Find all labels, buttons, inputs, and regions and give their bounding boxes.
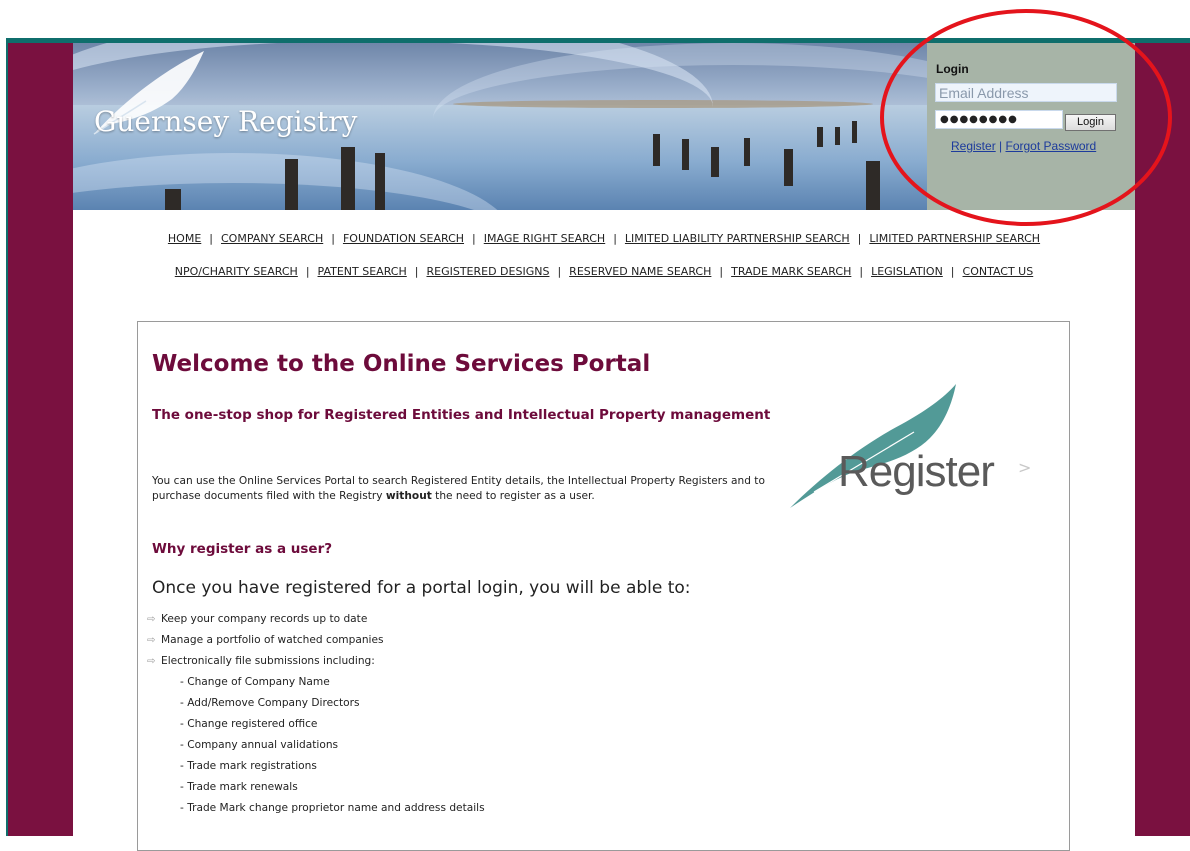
nav-registered-designs[interactable]: REGISTERED DESIGNS	[426, 265, 549, 278]
nav-separator: |	[557, 265, 562, 278]
banner-post	[711, 147, 719, 177]
guernsey-registry-logo	[93, 51, 204, 135]
annotation-circle	[880, 9, 1172, 226]
list-item: - Trade Mark change proprietor name and …	[180, 802, 485, 814]
banner-post	[866, 161, 880, 210]
nav-image-right-search[interactable]: IMAGE RIGHT SEARCH	[484, 232, 605, 245]
banner-post	[682, 139, 689, 170]
banner-post	[653, 134, 660, 166]
banner-post	[285, 159, 298, 210]
nav-separator: |	[209, 232, 213, 245]
list-item: - Change of Company Name	[180, 676, 330, 688]
why-register-heading: Why register as a user?	[152, 541, 333, 557]
intro-emphasis: without	[385, 490, 432, 502]
list-item: ⇨ Electronically file submissions includi…	[147, 653, 847, 674]
main-nav-row-1: HOME | COMPANY SEARCH | FOUNDATION SEARCH | IM…	[73, 232, 1135, 245]
nav-separator: |	[857, 232, 862, 245]
arrow-icon: ⇨	[147, 635, 156, 646]
nav-home[interactable]: HOME	[168, 232, 201, 245]
nav-trade-mark-search[interactable]: TRADE MARK SEARCH	[731, 265, 851, 278]
nav-separator: |	[859, 265, 864, 278]
nav-legislation[interactable]: LEGISLATION	[871, 265, 943, 278]
intro-paragraph: You can use the Online Services Portal t…	[152, 474, 772, 504]
benefits-list: ⇨ Keep your company records up to date ⇨ M…	[147, 611, 847, 821]
intro-text-end: the need to register as a user.	[431, 490, 595, 502]
list-item: - Trade mark renewals	[180, 781, 298, 793]
nav-separator: |	[613, 232, 617, 245]
nav-patent-search[interactable]: PATENT SEARCH	[318, 265, 407, 278]
page-title: Welcome to the Online Services Portal	[152, 351, 651, 377]
register-logo-text: Register	[838, 447, 995, 496]
banner-post	[852, 121, 857, 143]
page-subtitle: The one-stop shop for Registered Entitie…	[152, 407, 771, 423]
nav-limited-partnership-search[interactable]: LIMITED PARTNERSHIP SEARCH	[869, 232, 1040, 245]
nav-separator: |	[414, 265, 419, 278]
list-item: ⇨ Manage a portfolio of watched companies	[147, 632, 847, 653]
list-item: - Company annual validations	[180, 739, 339, 751]
nav-separator: |	[305, 265, 310, 278]
nav-contact-us[interactable]: CONTACT US	[963, 265, 1034, 278]
nav-separator: |	[719, 265, 724, 278]
main-nav-row-2: NPO/CHARITY SEARCH | PATENT SEARCH | REGISTE…	[73, 265, 1135, 278]
banner-post	[375, 153, 385, 210]
banner-post	[817, 127, 823, 147]
arrow-icon: ⇨	[147, 614, 156, 625]
nav-npo-charity-search[interactable]: NPO/CHARITY SEARCH	[175, 265, 298, 278]
nav-llp-search[interactable]: LIMITED LIABILITY PARTNERSHIP SEARCH	[625, 232, 850, 245]
chevron-right-icon: >	[1018, 458, 1032, 477]
list-item: ⇨ Keep your company records up to date	[147, 611, 847, 632]
welcome-content-box: Welcome to the Online Services Portal Th…	[137, 321, 1070, 851]
nav-separator: |	[331, 232, 335, 245]
site-logo-text[interactable]: Guernsey Registry	[94, 105, 357, 138]
list-item: - Trade mark registrations	[180, 760, 317, 772]
benefits-intro: Once you have registered for a portal lo…	[152, 578, 691, 598]
banner-post	[784, 149, 793, 186]
banner-post	[744, 138, 750, 166]
list-item: - Add/Remove Company Directors	[180, 697, 360, 709]
list-item: - Change registered office	[180, 718, 318, 730]
arrow-icon: ⇨	[147, 656, 156, 667]
banner-post	[835, 127, 840, 145]
nav-company-search[interactable]: COMPANY SEARCH	[221, 232, 323, 245]
nav-reserved-name-search[interactable]: RESERVED NAME SEARCH	[569, 265, 711, 278]
banner-post	[165, 189, 181, 210]
nav-separator: |	[472, 232, 476, 245]
nav-separator: |	[950, 265, 955, 278]
nav-foundation-search[interactable]: FOUNDATION SEARCH	[343, 232, 464, 245]
